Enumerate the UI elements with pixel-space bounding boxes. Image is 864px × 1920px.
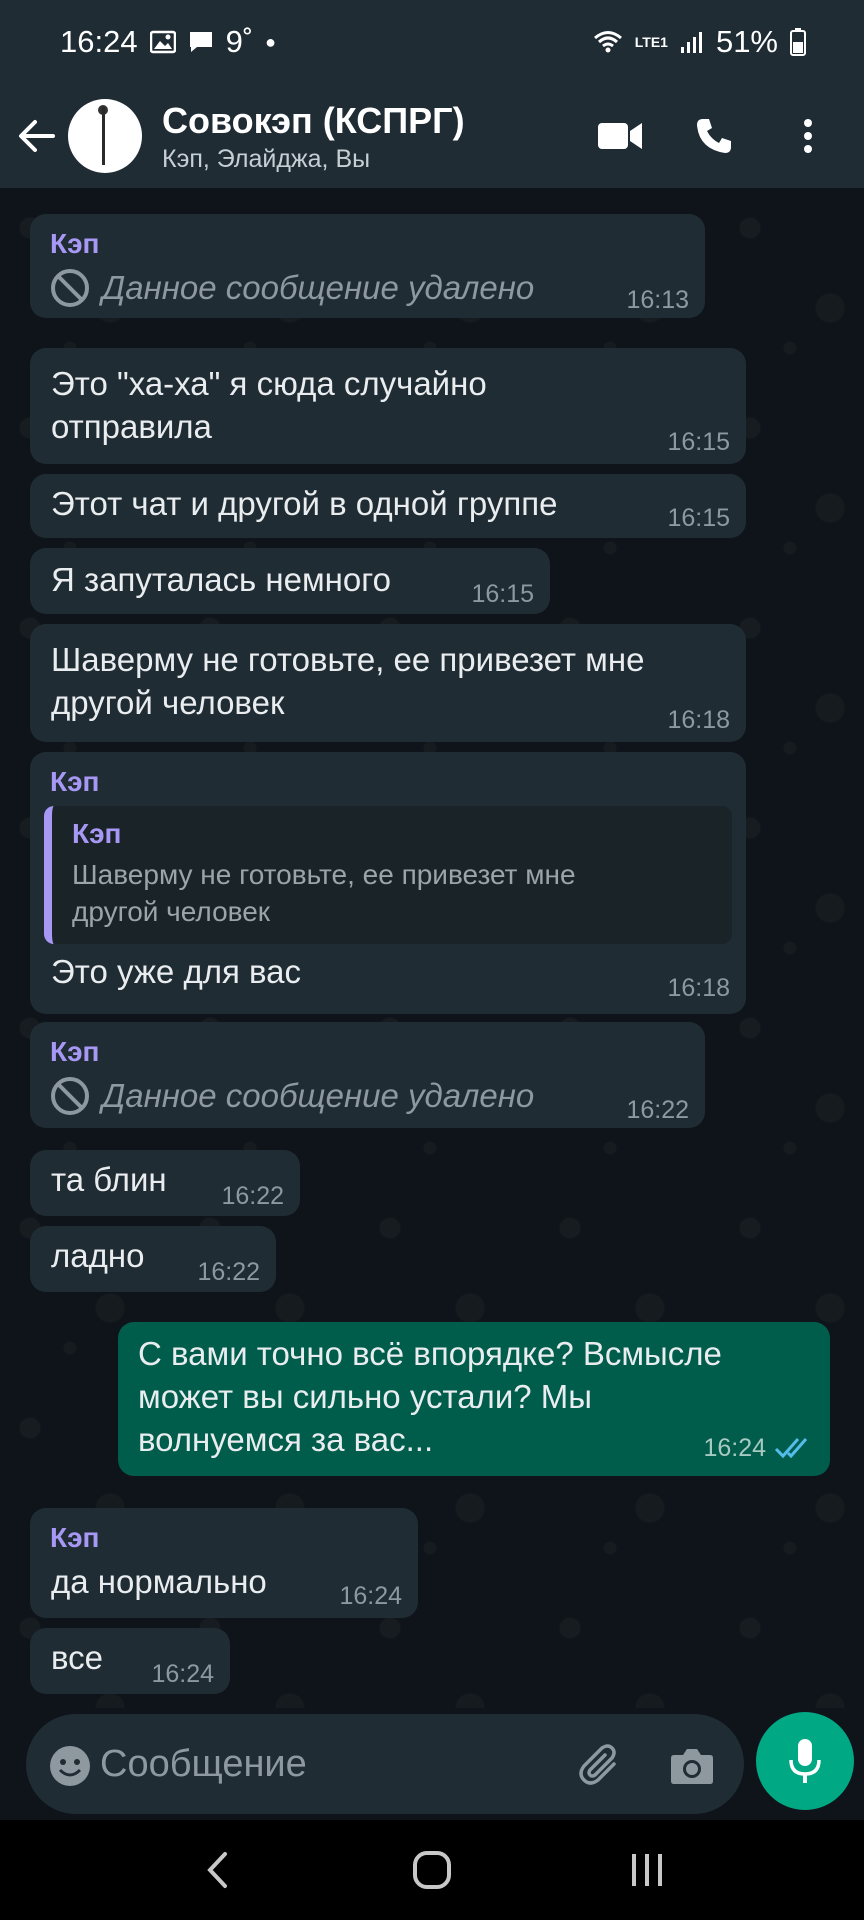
camera-icon xyxy=(671,1749,713,1784)
read-receipt-icon xyxy=(774,1436,812,1460)
video-camera-icon xyxy=(598,123,642,149)
status-time: 16:24 xyxy=(60,24,138,59)
camera-button[interactable] xyxy=(670,1744,714,1788)
chat-title: Совокэп (КСПРГ) xyxy=(162,99,465,141)
message-line: Это "ха-ха" я сюда случайно xyxy=(51,365,487,402)
emoji-icon xyxy=(50,1746,90,1786)
message-line: может вы сильно устали? Мы xyxy=(138,1378,592,1415)
sender-name: Кэп xyxy=(50,1522,100,1553)
message-line: все xyxy=(51,1639,104,1676)
chevron-left-icon xyxy=(207,1852,228,1888)
message-bubble[interactable]: Кэп Данное сообщение удалено 16:13 xyxy=(30,214,705,318)
message-notification-icon xyxy=(188,30,214,54)
message-time: 16:24 xyxy=(703,1434,766,1462)
quote-author: Кэп xyxy=(72,818,122,849)
message-time: 16:22 xyxy=(626,1096,689,1124)
message-bubble[interactable]: Кэп да нормально 16:24 xyxy=(30,1508,418,1618)
message-bubble[interactable]: Шаверму не готовьте, ее привезет мне дру… xyxy=(30,624,746,742)
message-time: 16:18 xyxy=(667,974,730,1002)
wifi-icon xyxy=(593,30,623,54)
microphone-icon xyxy=(789,1739,821,1783)
sender-name: Кэп xyxy=(50,1036,100,1067)
chat-info[interactable]: Совокэп (КСПРГ) Кэп, Элайджа, Вы xyxy=(162,99,590,174)
message-bubble[interactable]: Кэп Кэп Шаверму не готовьте, ее привезет… xyxy=(30,752,746,1014)
chat-header: Совокэп (КСПРГ) Кэп, Элайджа, Вы xyxy=(0,84,864,188)
nav-back-button[interactable] xyxy=(177,1830,257,1910)
composer xyxy=(26,1714,744,1814)
voice-call-button[interactable] xyxy=(684,106,744,166)
deleted-message: Данное сообщение удалено xyxy=(50,268,534,308)
sender-name: Кэп xyxy=(50,228,100,259)
message-time: 16:22 xyxy=(221,1182,284,1210)
arrow-left-icon xyxy=(19,120,55,152)
nav-home-button[interactable] xyxy=(392,1830,472,1910)
message-line: та блин xyxy=(51,1161,167,1198)
deleted-text: Данное сообщение удалено xyxy=(102,269,535,306)
home-icon xyxy=(412,1851,451,1889)
group-avatar[interactable] xyxy=(68,99,142,173)
quote-line: Шаверму не готовьте, ее привезет мне xyxy=(72,859,576,890)
paperclip-icon xyxy=(579,1744,616,1785)
message-list[interactable]: Кэп Данное сообщение удалено 16:13 Это "… xyxy=(0,188,864,1708)
deleted-message: Данное сообщение удалено xyxy=(50,1076,534,1116)
block-icon xyxy=(51,1077,89,1115)
outgoing-message-bubble[interactable]: С вами точно всё впорядке? Всмысле может… xyxy=(118,1322,830,1476)
quoted-message[interactable]: Кэп Шаверму не готовьте, ее привезет мне… xyxy=(44,806,732,944)
voice-record-button[interactable] xyxy=(756,1712,854,1810)
status-temperature: 9˚ xyxy=(225,24,254,59)
message-bubble[interactable]: Это "ха-ха" я сюда случайно отправила 16… xyxy=(30,348,746,464)
gallery-notification-icon xyxy=(149,30,176,54)
message-line: отправила xyxy=(51,408,212,445)
chat-members: Кэп, Элайджа, Вы xyxy=(162,144,371,173)
input-bar xyxy=(0,1708,864,1820)
signal-icon xyxy=(680,30,704,54)
message-line: волнуемся за вас... xyxy=(138,1421,434,1458)
battery-icon xyxy=(790,28,806,56)
message-time: 16:24 xyxy=(339,1582,402,1610)
block-icon xyxy=(51,269,89,307)
nav-recents-button[interactable] xyxy=(607,1830,687,1910)
message-time: 16:15 xyxy=(667,428,730,456)
more-vertical-icon xyxy=(804,119,812,153)
network-label: LTE1 xyxy=(634,34,668,50)
recent-apps-icon xyxy=(631,1854,662,1886)
message-time: 16:18 xyxy=(667,706,730,734)
message-line: Я запуталась немного xyxy=(51,561,391,598)
message-bubble[interactable]: Кэп Данное сообщение удалено 16:22 xyxy=(30,1022,705,1128)
message-line: Этот чат и другой в одной группе xyxy=(51,485,558,522)
message-input[interactable] xyxy=(100,1734,560,1794)
more-options-button[interactable] xyxy=(778,106,838,166)
message-line: С вами точно всё впорядке? Всмысле xyxy=(138,1335,722,1372)
message-time: 16:24 xyxy=(151,1660,214,1688)
message-time: 16:13 xyxy=(626,286,689,314)
message-bubble[interactable]: Я запуталась немного 16:15 xyxy=(30,548,550,614)
message-time: 16:15 xyxy=(667,504,730,532)
message-time: 16:15 xyxy=(471,580,534,608)
message-time: 16:22 xyxy=(197,1258,260,1286)
emoji-button[interactable] xyxy=(48,1744,92,1788)
message-line: да нормально xyxy=(51,1563,267,1600)
message-bubble[interactable]: та блин 16:22 xyxy=(30,1150,300,1216)
deleted-text: Данное сообщение удалено xyxy=(102,1077,535,1114)
phone-icon xyxy=(697,119,731,153)
battery-percent: 51% xyxy=(715,24,778,59)
message-line: Шаверму не готовьте, ее привезет мне xyxy=(51,641,645,678)
message-line: другой человек xyxy=(51,684,285,721)
system-navigation-bar xyxy=(0,1820,864,1920)
sender-name: Кэп xyxy=(50,766,100,797)
message-line: Это уже для вас xyxy=(51,953,302,990)
message-line: ладно xyxy=(51,1237,145,1274)
status-bar: 16:24 9˚ ● LTE1 51% xyxy=(0,0,864,84)
message-bubble[interactable]: ладно 16:22 xyxy=(30,1226,276,1292)
back-button[interactable] xyxy=(6,106,66,166)
quote-line: другой человек xyxy=(72,896,271,927)
attach-button[interactable] xyxy=(578,1744,622,1788)
message-bubble[interactable]: все 16:24 xyxy=(30,1628,230,1694)
message-bubble[interactable]: Этот чат и другой в одной группе 16:15 xyxy=(30,474,746,538)
dot-notification-icon: ● xyxy=(265,31,277,52)
video-call-button[interactable] xyxy=(590,106,650,166)
